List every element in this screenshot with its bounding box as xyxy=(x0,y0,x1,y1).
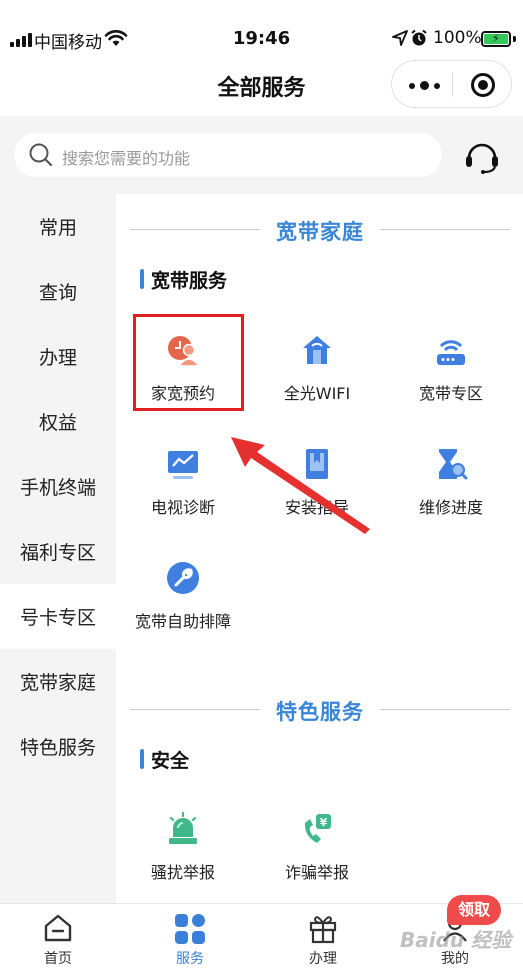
subsection-header-broadband-service: 宽带服务 xyxy=(140,267,228,292)
service-broadband-self-troubleshoot[interactable]: 宽带自助排障 xyxy=(116,546,250,646)
gift-icon xyxy=(309,916,337,944)
nav-header: 全部服务 xyxy=(0,50,523,116)
grid-icon xyxy=(175,914,205,944)
section-title: 宽带家庭 xyxy=(276,220,364,244)
annotation-arrow xyxy=(231,437,370,534)
tab-label: 服务 xyxy=(176,951,204,967)
battery-cap xyxy=(513,36,516,42)
more-options-button[interactable] xyxy=(409,81,440,90)
subsection-title: 宽带服务 xyxy=(151,269,228,292)
section-title: 特色服务 xyxy=(276,700,364,724)
search-input[interactable]: 搜索您需要的功能 xyxy=(14,133,442,177)
subsection-accent-bar xyxy=(140,269,144,289)
sidebar-item-welfare[interactable]: 福利专区 xyxy=(0,519,116,584)
close-target-button[interactable] xyxy=(471,73,495,97)
wrench-icon xyxy=(167,562,199,594)
home-wifi-icon xyxy=(303,336,331,364)
service-all-optical-wifi[interactable]: 全光WIFI xyxy=(250,318,384,418)
tab-label: 办理 xyxy=(309,951,337,967)
sidebar-item-featured[interactable]: 特色服务 xyxy=(0,714,116,779)
phone-money-icon: ¥ xyxy=(304,814,331,843)
subsection-title: 安全 xyxy=(151,749,190,772)
service-label: 维修进度 xyxy=(418,498,483,517)
service-broadband-zone[interactable]: 宽带专区 xyxy=(384,318,518,418)
tv-chart-icon xyxy=(168,451,198,479)
alarm-siren-icon xyxy=(169,811,197,844)
home-icon xyxy=(44,914,72,942)
service-fraud-report[interactable]: ¥ 诈骗举报 xyxy=(250,797,384,897)
section-header-featured: 特色服务 xyxy=(130,694,510,724)
mini-program-capsule xyxy=(391,60,512,108)
customer-service-icon[interactable] xyxy=(462,136,502,176)
subsection-accent-bar xyxy=(140,749,144,769)
claim-badge[interactable]: 领取 xyxy=(447,895,501,925)
service-label: 骚扰举报 xyxy=(150,863,215,882)
alarm-clock-icon xyxy=(411,29,427,46)
location-arrow-icon xyxy=(392,30,408,46)
battery-icon: ⚡ xyxy=(481,31,511,47)
service-repair-progress[interactable]: 维修进度 xyxy=(384,432,518,532)
capsule-divider xyxy=(452,73,453,97)
svg-text:¥: ¥ xyxy=(320,816,328,829)
category-sidebar: 常用 查询 办理 权益 手机终端 福利专区 号卡专区 宽带家庭 特色服务 xyxy=(0,194,116,904)
service-label: 诈骗举报 xyxy=(284,863,349,882)
annotation-highlight-box xyxy=(133,314,244,411)
battery-percent: 100% xyxy=(433,28,482,48)
divider-line xyxy=(380,709,510,710)
tab-handle[interactable]: 办理 xyxy=(273,904,373,973)
sidebar-item-sim-cards[interactable]: 号卡专区 xyxy=(0,584,116,649)
divider-line xyxy=(380,229,510,230)
search-icon xyxy=(29,143,53,167)
search-placeholder: 搜索您需要的功能 xyxy=(62,149,191,168)
service-label: 全光WIFI xyxy=(283,384,351,403)
tab-label: 首页 xyxy=(44,951,72,967)
service-content: 宽带家庭 宽带服务 家宽预约 全光WIFI 宽带专区 电视诊断 安装指导 维修进… xyxy=(116,194,523,904)
sidebar-item-benefits[interactable]: 权益 xyxy=(0,389,116,454)
search-row: 搜索您需要的功能 xyxy=(0,116,523,194)
service-label: 宽带专区 xyxy=(418,384,483,403)
tab-home[interactable]: 首页 xyxy=(8,904,108,973)
subsection-header-security: 安全 xyxy=(140,747,190,772)
service-harassment-report[interactable]: 骚扰举报 xyxy=(116,797,250,897)
sidebar-item-handle[interactable]: 办理 xyxy=(0,324,116,389)
hourglass-search-icon xyxy=(439,449,468,480)
sidebar-item-query[interactable]: 查询 xyxy=(0,259,116,324)
page: 中国移动 19:46 100% ⚡ 全部服务 搜索您需要的功能 常用 查询 办理… xyxy=(0,0,523,973)
sidebar-item-broadband-home[interactable]: 宽带家庭 xyxy=(0,649,116,714)
tab-services[interactable]: 服务 xyxy=(140,904,240,973)
section-header-broadband-home: 宽带家庭 xyxy=(130,214,510,244)
baidu-watermark: Baidu 经验 xyxy=(400,928,512,952)
router-icon xyxy=(437,340,465,365)
service-label: 宽带自助排障 xyxy=(134,612,231,631)
sidebar-item-common[interactable]: 常用 xyxy=(0,194,116,259)
sidebar-item-devices[interactable]: 手机终端 xyxy=(0,454,116,519)
